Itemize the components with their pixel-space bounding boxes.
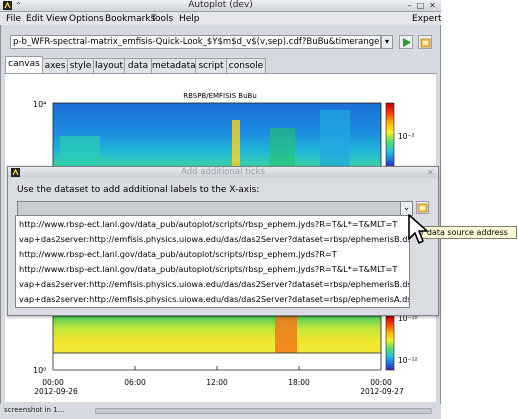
x-date-0: 2012-09-26 bbox=[34, 387, 78, 396]
status-text: screenshot in 1... bbox=[4, 406, 65, 414]
colorbar-label-3: 10⁻¹² bbox=[398, 356, 418, 365]
x-tick-3: 18:00 bbox=[288, 378, 310, 387]
dialog-close-icon[interactable]: ✕ bbox=[426, 168, 435, 177]
dataset-combo-input[interactable] bbox=[17, 201, 402, 216]
dropdown-item-1[interactable]: http://www.rbsp-ect.lanl.gov/data_pub/au… bbox=[19, 217, 409, 232]
x-tick-4: 00:00 bbox=[370, 378, 392, 387]
tooltip: r data source address bbox=[417, 226, 517, 239]
x-date-1: 2012-09-27 bbox=[360, 387, 404, 396]
status-progress bbox=[95, 408, 432, 414]
dialog-title-bar[interactable]: Add additional ticks ✕ bbox=[8, 167, 438, 178]
y-axis-top-label: 10⁴ bbox=[33, 100, 47, 109]
mouse-cursor-icon bbox=[408, 214, 428, 244]
dropdown-item-3[interactable]: http://www.rbsp-ect.lanl.gov/data_pub/au… bbox=[19, 247, 409, 262]
y-axis-bottom-label: 10⁰ bbox=[33, 366, 47, 375]
dialog-title: Add additional ticks bbox=[181, 167, 265, 177]
dropdown-item-5[interactable]: vap+das2server:http://emfisis.physics.ui… bbox=[19, 277, 409, 292]
spectrogram-bottom-region bbox=[53, 316, 381, 353]
bookmark-folder-icon bbox=[417, 203, 428, 213]
x-tick-2: 12:00 bbox=[206, 378, 228, 387]
x-tick-0: 00:00 bbox=[42, 378, 64, 387]
dropdown-item-6[interactable]: vap+das2server:http://emfisis.physics.ui… bbox=[19, 292, 409, 307]
colorbar-label-1: 10⁻² bbox=[398, 132, 415, 141]
dialog-prompt: Use the dataset to add additional labels… bbox=[17, 185, 260, 195]
dataset-dropdown-list: http://www.rbsp-ect.lanl.gov/data_pub/au… bbox=[15, 215, 410, 308]
x-tick-1: 06:00 bbox=[124, 378, 146, 387]
dropdown-item-4[interactable]: http://www.rbsp-ect.lanl.gov/data_pub/au… bbox=[19, 262, 409, 277]
colorbar-bottom bbox=[386, 316, 394, 370]
colorbar-top bbox=[386, 103, 394, 168]
plot-title: RBSPB/EMFISIS BuBu bbox=[183, 92, 257, 100]
dropdown-item-2[interactable]: vap+das2server:http://emfisis.physics.ui… bbox=[19, 232, 409, 247]
